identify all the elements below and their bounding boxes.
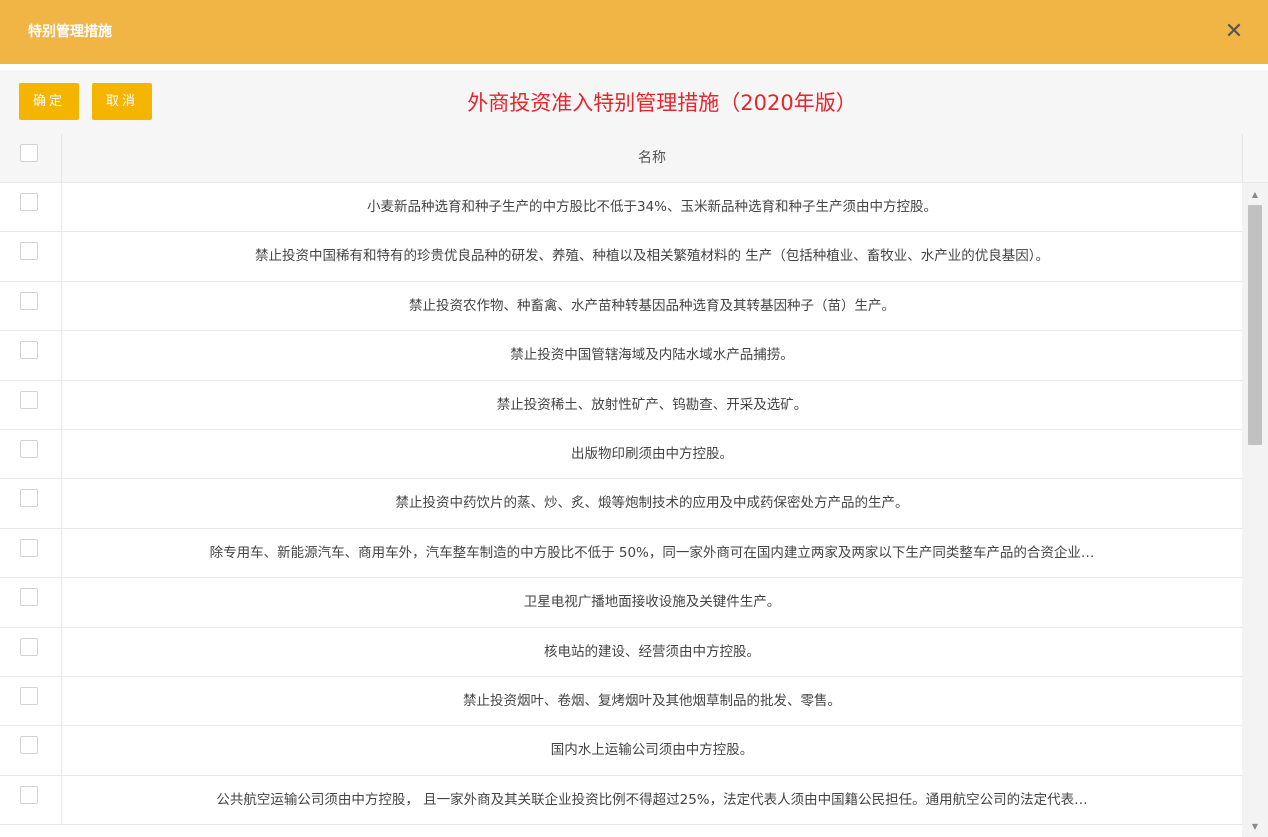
scroll-thumb[interactable] <box>1248 205 1262 445</box>
table-row[interactable]: 禁止投资中药饮片的蒸、炒、炙、煅等炮制技术的应用及中成药保密处方产品的生产。 <box>0 479 1242 529</box>
row-checkbox[interactable] <box>20 637 38 656</box>
row-checkbox-cell <box>0 528 62 578</box>
measure-name-cell: 除专用车、新能源汽车、商用车外，汽车整车制造的中方股比不低于 50%，同一家外商… <box>209 544 1095 561</box>
measure-name-cell: 公共航空运输公司须由中方控股， 且一家外商及其关联企业投资比例不得超过25%，法… <box>216 791 1088 808</box>
measure-name-cell: 禁止投资稀土、放射性矿产、钨勘查、开采及选矿。 <box>496 396 808 413</box>
table-row[interactable]: 禁止投资烟叶、卷烟、复烤烟叶及其他烟草制品的批发、零售。 <box>0 676 1242 727</box>
table-row[interactable]: 出版物印刷须由中方控股。 <box>0 429 1242 480</box>
row-checkbox-cell <box>0 627 62 676</box>
table-row[interactable]: 禁止投资稀土、放射性矿产、钨勘查、开采及选矿。 <box>0 380 1242 430</box>
table-row[interactable]: 核电站的建设、经营须由中方控股。 <box>0 627 1242 677</box>
measure-name-cell: 禁止投资中药饮片的蒸、炒、炙、煅等炮制技术的应用及中成药保密处方产品的生产。 <box>395 495 909 512</box>
row-checkbox[interactable] <box>20 785 38 804</box>
table-row[interactable]: 禁止投资农作物、种畜禽、水产苗种转基因品种选育及其转基因种子（苗）生产。 <box>0 281 1242 332</box>
column-header-name: 名称 <box>638 150 666 166</box>
cancel-button[interactable]: 取消 <box>92 83 152 120</box>
table-row[interactable]: 国内水上运输公司须由中方控股。 <box>0 726 1242 776</box>
dialog-titlebar: 特别管理措施 ✕ <box>0 0 1268 64</box>
page-heading: 外商投资准入特别管理措施（2020年版） <box>467 91 857 115</box>
row-checkbox[interactable] <box>20 686 38 705</box>
row-checkbox-cell <box>0 726 62 775</box>
row-checkbox[interactable] <box>20 390 38 409</box>
table-row[interactable]: 禁止投资中国稀有和特有的珍贵优良品种的研发、养殖、种植以及相关繁殖材料的 生产（… <box>0 232 1242 282</box>
measures-table: 名称 小麦新品种选育和种子生产的中方股比不低于34%、玉米新品种选育和种子生产须… <box>0 134 1268 837</box>
toolbar: 确定 取消 外商投资准入特别管理措施（2020年版） <box>0 70 1268 134</box>
table-row[interactable]: 公共航空运输公司须由中方控股， 且一家外商及其关联企业投资比例不得超过25%，法… <box>0 775 1242 826</box>
measure-name-cell: 国内水上运输公司须由中方控股。 <box>550 742 754 759</box>
measure-name-cell: 禁止投资烟叶、卷烟、复烤烟叶及其他烟草制品的批发、零售。 <box>463 692 841 709</box>
measure-name-cell: 出版物印刷须由中方控股。 <box>571 445 733 462</box>
measure-name-cell: 核电站的建设、经营须由中方控股。 <box>544 643 760 660</box>
row-checkbox[interactable] <box>20 439 38 458</box>
select-all-checkbox[interactable] <box>20 144 38 162</box>
row-checkbox-cell <box>0 578 62 627</box>
row-checkbox[interactable] <box>20 242 38 261</box>
header-checkbox-cell <box>0 134 62 182</box>
row-checkbox[interactable] <box>20 489 38 508</box>
special-measures-dialog: 特别管理措施 ✕ 确定 取消 外商投资准入特别管理措施（2020年版） 名称 小… <box>0 0 1268 837</box>
row-checkbox-cell <box>0 232 62 281</box>
measure-name-cell: 卫星电视广播地面接收设施及关键件生产。 <box>523 594 781 611</box>
row-checkbox[interactable] <box>20 588 38 607</box>
scroll-up-icon[interactable]: ▲ <box>1242 187 1268 203</box>
dialog-title: 特别管理措施 <box>28 24 112 40</box>
row-checkbox[interactable] <box>20 291 38 310</box>
row-checkbox-cell <box>0 281 62 331</box>
confirm-button[interactable]: 确定 <box>19 83 79 120</box>
measure-name-cell: 禁止投资中国稀有和特有的珍贵优良品种的研发、养殖、种植以及相关繁殖材料的 生产（… <box>254 248 1050 265</box>
row-checkbox[interactable] <box>20 736 38 755</box>
row-checkbox-cell <box>0 775 62 825</box>
measure-name-cell: 禁止投资农作物、种畜禽、水产苗种转基因品种选育及其转基因种子（苗）生产。 <box>409 297 895 314</box>
table-row[interactable]: 小麦新品种选育和种子生产的中方股比不低于34%、玉米新品种选育和种子生产须由中方… <box>0 183 1242 233</box>
row-checkbox-cell <box>0 479 62 528</box>
row-checkbox-cell <box>0 183 62 232</box>
table-body: 小麦新品种选育和种子生产的中方股比不低于34%、玉米新品种选育和种子生产须由中方… <box>0 183 1242 837</box>
row-checkbox-cell <box>0 676 62 726</box>
row-checkbox[interactable] <box>20 538 38 557</box>
table-row[interactable]: 除专用车、新能源汽车、商用车外，汽车整车制造的中方股比不低于 50%，同一家外商… <box>0 528 1242 579</box>
row-checkbox[interactable] <box>20 193 38 211</box>
row-checkbox-cell <box>0 429 62 479</box>
close-icon[interactable]: ✕ <box>1220 18 1248 46</box>
header-scroll-gutter <box>1242 134 1268 183</box>
measure-name-cell: 禁止投资中国管辖海域及内陆水域水产品捕捞。 <box>510 347 794 364</box>
table-row[interactable]: 卫星电视广播地面接收设施及关键件生产。 <box>0 578 1242 628</box>
vertical-scrollbar[interactable]: ▲ ▼ <box>1242 183 1268 837</box>
measure-name-cell: 小麦新品种选育和种子生产的中方股比不低于34%、玉米新品种选育和种子生产须由中方… <box>366 199 937 215</box>
row-checkbox[interactable] <box>20 341 38 360</box>
row-checkbox-cell <box>0 331 62 380</box>
row-checkbox-cell <box>0 380 62 429</box>
table-header: 名称 <box>0 134 1268 183</box>
scroll-down-icon[interactable]: ▼ <box>1242 819 1268 835</box>
table-row[interactable]: 禁止投资中国管辖海域及内陆水域水产品捕捞。 <box>0 331 1242 381</box>
